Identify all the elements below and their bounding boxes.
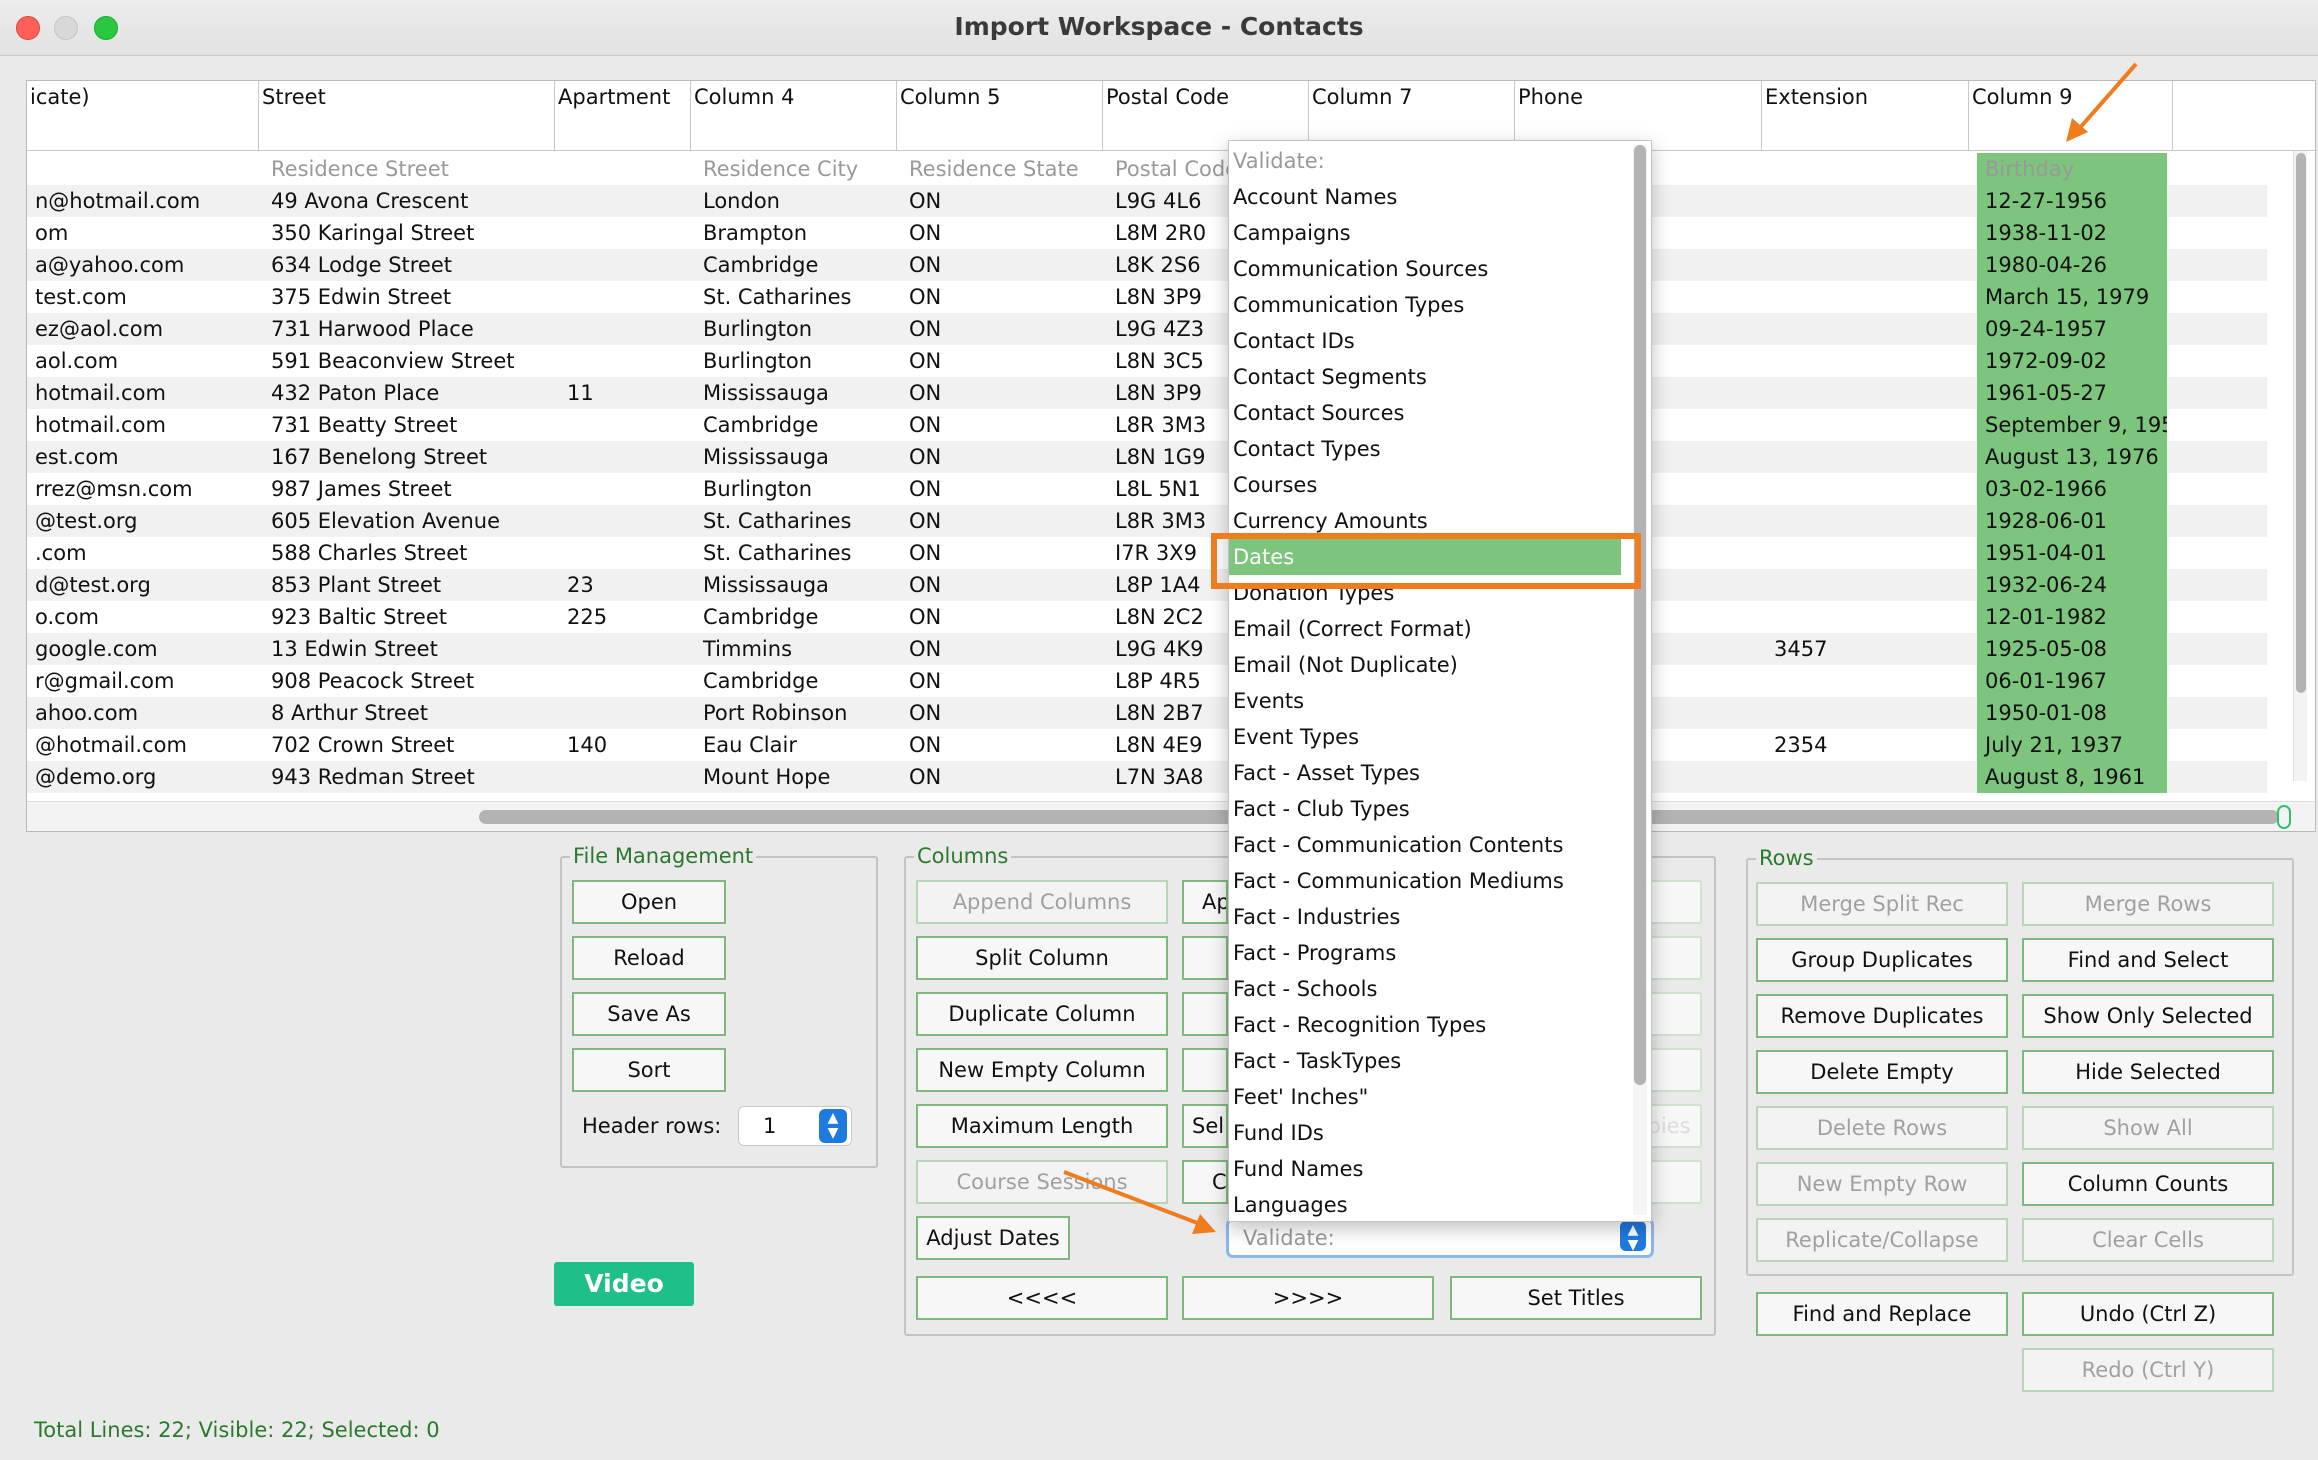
annotation-arrows (1063, 62, 2138, 1234)
validate-arrow-icon (1063, 1170, 1216, 1234)
column9-arrow-icon (2066, 62, 2138, 142)
status-bar: Total Lines: 22; Visible: 22; Selected: … (34, 1418, 440, 1442)
